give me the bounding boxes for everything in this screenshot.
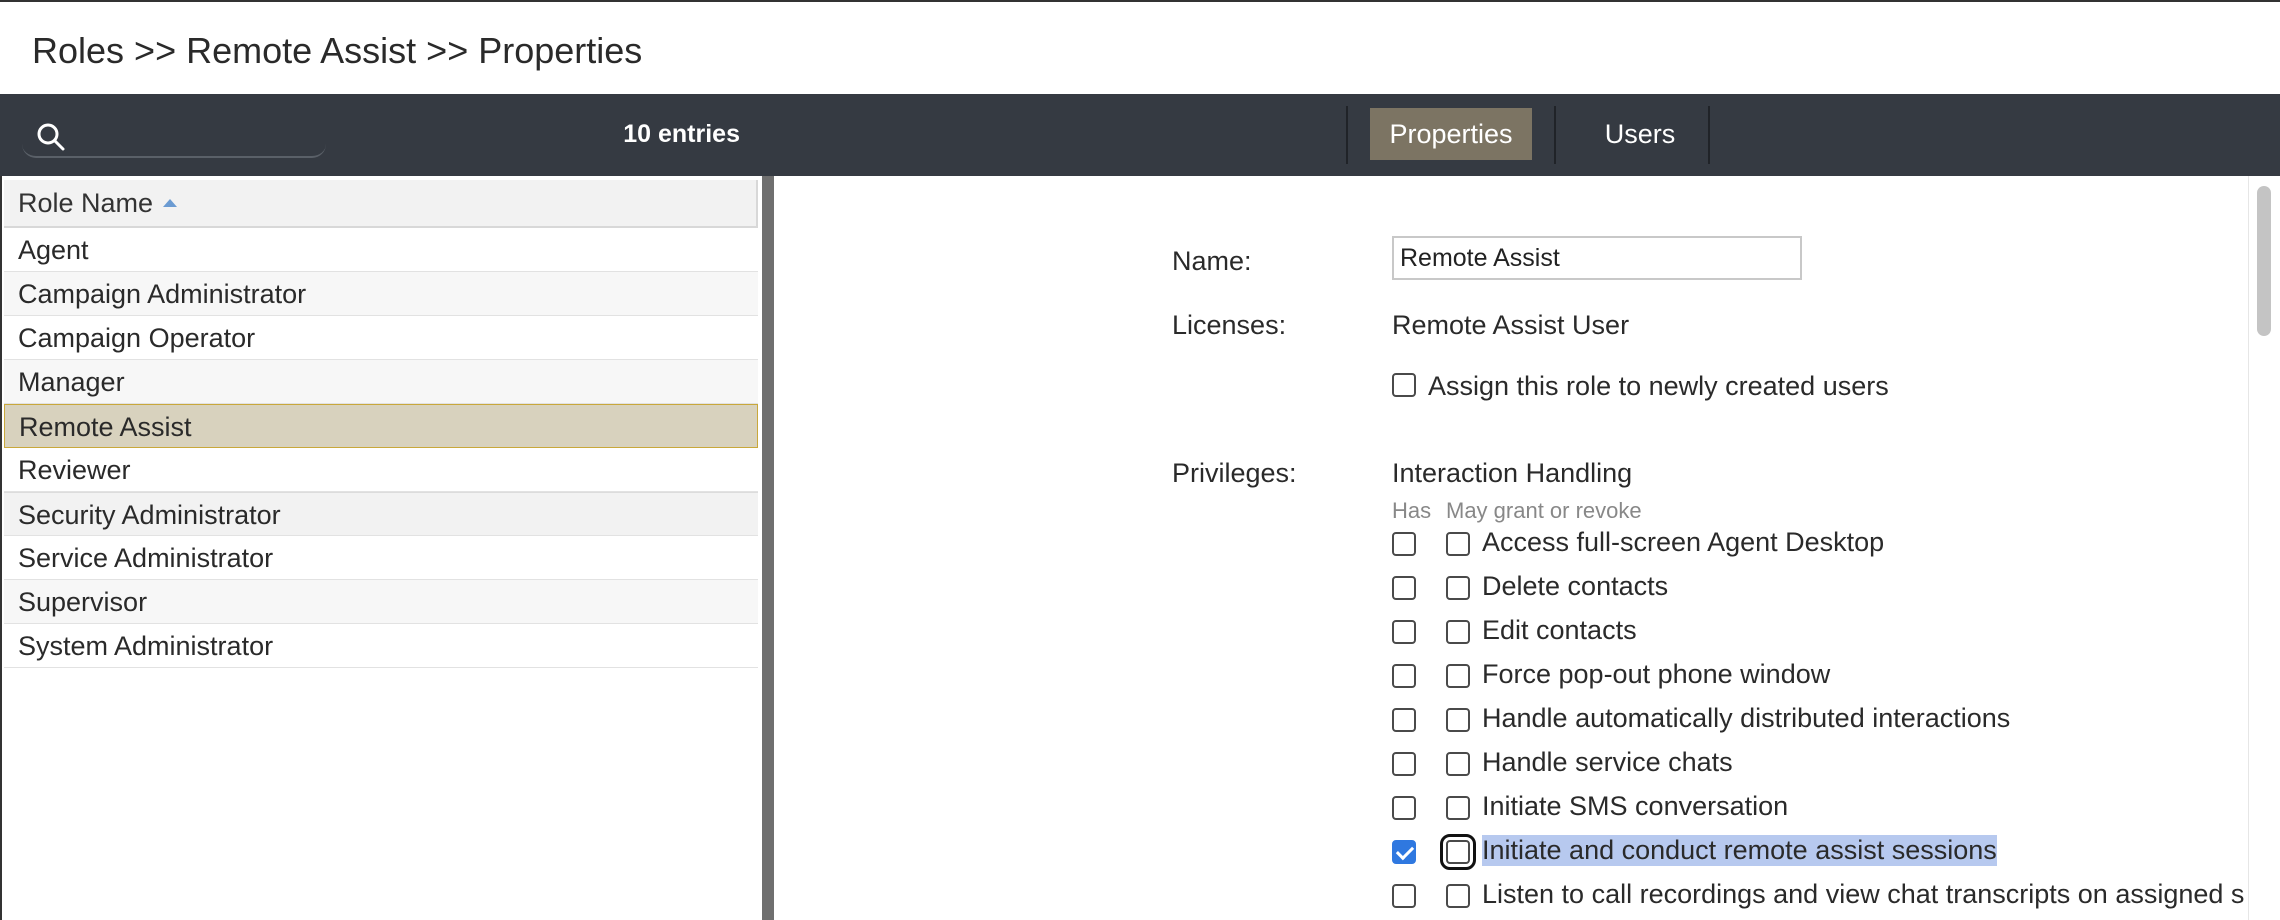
tab-properties[interactable]: Properties	[1370, 108, 1532, 160]
page-header: Roles >> Remote Assist >> Properties	[0, 0, 2280, 94]
privilege-has-checkbox[interactable]	[1392, 884, 1416, 908]
privilege-grant-checkbox[interactable]	[1446, 796, 1470, 820]
privilege-label: Initiate SMS conversation	[1482, 791, 1789, 821]
privilege-grant-checkbox[interactable]	[1446, 708, 1470, 732]
list-item-selected[interactable]: Remote Assist	[4, 404, 758, 448]
column-header-label: Role Name	[18, 188, 154, 218]
privilege-has-checkbox[interactable]	[1392, 752, 1416, 776]
privilege-has-checkbox[interactable]	[1392, 708, 1416, 732]
list-item[interactable]: Agent	[4, 228, 758, 272]
sort-ascending-icon	[163, 198, 178, 207]
privilege-label: Edit contacts	[1482, 615, 1637, 645]
licenses-label: Licenses:	[1172, 310, 1287, 340]
properties-pane: Name: Licenses: Remote Assist User Assig…	[774, 176, 2280, 920]
breadcrumb: Roles >> Remote Assist >> Properties	[32, 30, 643, 71]
licenses-value: Remote Assist User	[1392, 310, 1630, 340]
column-hint-has: Has	[1392, 498, 1432, 523]
role-list-pane: Role Name Agent Campaign Administrator C…	[0, 176, 762, 920]
privilege-label: Handle automatically distributed interac…	[1482, 703, 2011, 733]
column-header-role-name[interactable]: Role Name	[4, 180, 758, 228]
privilege-grant-checkbox[interactable]	[1446, 752, 1470, 776]
search-input[interactable]	[82, 118, 318, 152]
list-item[interactable]: Security Administrator	[4, 492, 758, 536]
privilege-has-checkbox[interactable]	[1392, 664, 1416, 688]
list-item[interactable]: Service Administrator	[4, 536, 758, 580]
privilege-label: Delete contacts	[1482, 571, 1669, 601]
privilege-label: Access full-screen Agent Desktop	[1482, 527, 1885, 557]
privilege-has-checkbox[interactable]	[1392, 796, 1416, 820]
privilege-grant-checkbox[interactable]	[1440, 834, 1476, 870]
tab-users[interactable]: Users	[1568, 108, 1712, 160]
assign-role-checkbox[interactable]	[1392, 373, 1416, 397]
list-item[interactable]: Campaign Operator	[4, 316, 758, 360]
tab-separator	[1708, 106, 1710, 164]
tab-separator	[1554, 106, 1556, 164]
privilege-grant-checkbox[interactable]	[1446, 576, 1470, 600]
privilege-grant-checkbox[interactable]	[1446, 664, 1470, 688]
list-item[interactable]: System Administrator	[4, 624, 758, 668]
name-label: Name:	[1172, 246, 1252, 276]
privilege-has-checkbox[interactable]	[1392, 620, 1416, 644]
list-item[interactable]: Manager	[4, 360, 758, 404]
name-field[interactable]	[1392, 236, 1802, 280]
entries-count: 10 entries	[623, 120, 740, 148]
privileges-label: Privileges:	[1172, 458, 1297, 488]
assign-role-label: Assign this role to newly created users	[1428, 371, 1889, 401]
list-item[interactable]: Campaign Administrator	[4, 272, 758, 316]
privilege-label: Initiate and conduct remote assist sessi…	[1482, 835, 1997, 866]
role-list: Agent Campaign Administrator Campaign Op…	[4, 228, 758, 668]
search-icon	[37, 123, 65, 151]
privilege-grant-checkbox[interactable]	[1446, 532, 1470, 556]
privilege-label: Listen to call recordings and view chat …	[1482, 879, 2245, 909]
privilege-has-checkbox[interactable]	[1392, 576, 1416, 600]
privilege-label: Handle service chats	[1482, 747, 1733, 777]
vertical-scrollbar[interactable]	[2248, 176, 2280, 920]
toolbar: 10 entries Properties Users	[0, 94, 2280, 176]
list-item[interactable]: Supervisor	[4, 580, 758, 624]
search-box[interactable]	[22, 114, 326, 158]
privilege-label: Force pop-out phone window	[1482, 659, 1831, 689]
tab-separator	[1346, 106, 1348, 164]
privilege-has-checkbox[interactable]	[1392, 840, 1416, 864]
privilege-grant-checkbox[interactable]	[1446, 884, 1470, 908]
privilege-grant-checkbox[interactable]	[1446, 620, 1470, 644]
privileges-group-title: Interaction Handling	[1392, 458, 1633, 488]
column-hint-grant: May grant or revoke	[1446, 498, 1642, 523]
pane-splitter[interactable]	[762, 176, 774, 920]
scrollbar-thumb[interactable]	[2257, 186, 2271, 336]
privilege-has-checkbox[interactable]	[1392, 532, 1416, 556]
list-item[interactable]: Reviewer	[4, 448, 758, 492]
